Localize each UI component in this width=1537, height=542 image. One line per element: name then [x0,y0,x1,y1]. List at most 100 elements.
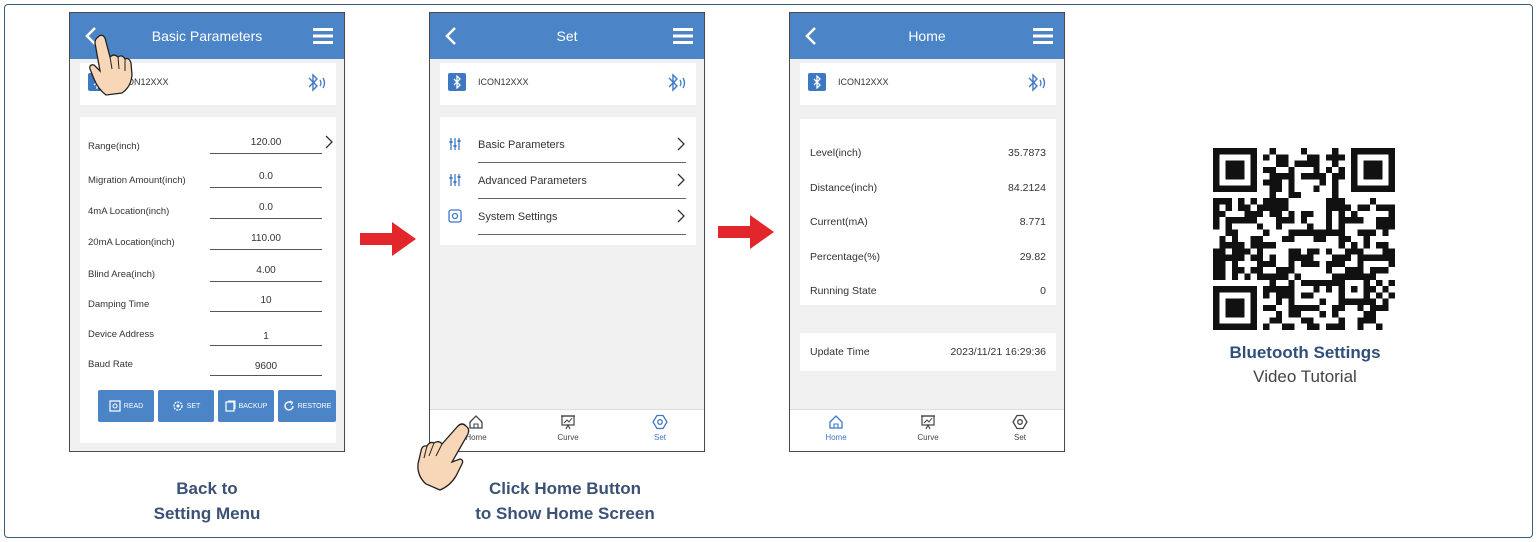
underline [210,375,322,376]
gear-icon [173,401,183,411]
divider [478,234,686,235]
chevron-right-icon [677,137,685,151]
param-row[interactable]: 4mA Location(inch) 0.0 [80,198,336,228]
param-value[interactable]: 0.0 [210,171,322,182]
bluetooth-signal-icon [668,73,686,92]
caption-line: Setting Menu [153,504,261,523]
reading-label: Current(mA) [810,216,868,228]
backup-button[interactable]: BACKUP [218,390,274,422]
menu-icon[interactable] [1032,25,1054,47]
menu-item-label: Basic Parameters [478,139,565,151]
nav-label: Set [653,433,666,442]
top-bar: Home [790,13,1064,59]
menu-item-system-settings[interactable]: System Settings [440,199,696,235]
back-icon[interactable] [800,24,824,48]
qr-code-icon[interactable] [1213,148,1395,330]
reading-label: Distance(inch) [810,182,878,194]
read-icon [109,400,121,412]
param-label: Range(inch) [88,141,140,152]
update-time-card: Update Time 2023/11/21 16:29:36 [800,333,1056,371]
underline [210,311,322,312]
nav-curve[interactable]: Curve [898,414,958,442]
param-label: Baud Rate [88,359,133,370]
caption-click-home-button: Click Home Button to Show Home Screen [425,476,705,526]
screen-title: Set [556,28,578,44]
arrow-right-icon [718,215,774,249]
screen-title: Home [908,28,946,44]
top-bar: Set [430,13,704,59]
hexagon-settings-icon [1012,414,1028,430]
reading-value: 35.7873 [1008,147,1046,159]
reading-value: 29.82 [1019,251,1046,263]
param-row[interactable]: 20mA Location(inch) 110.00 [80,229,336,259]
reading-label: Running State [810,285,877,297]
chevron-right-icon [677,173,685,187]
restore-icon [284,400,294,411]
reading-row: Level(inch) 35.7873 [800,139,1056,169]
caption-back-to-setting-menu: Back to Setting Menu [97,476,317,526]
reading-row: Percentage(%) 29.82 [800,243,1056,273]
update-time-value: 2023/11/21 16:29:36 [950,346,1046,358]
restore-button[interactable]: RESTORE [278,390,336,422]
menu-icon[interactable] [672,25,694,47]
curve-icon [561,415,575,430]
nav-home[interactable]: Home [806,414,866,442]
param-row[interactable]: Device Address 1 [80,321,336,351]
param-value[interactable]: 110.00 [210,233,322,244]
hand-pointer-icon [89,34,133,96]
menu-icon[interactable] [312,25,334,47]
nav-set[interactable]: Set [630,414,690,442]
underline [210,153,322,154]
param-value[interactable]: 1 [210,331,322,342]
curve-icon [921,415,935,430]
param-value[interactable]: 4.00 [210,265,322,276]
sliders-icon [449,174,461,186]
nav-curve[interactable]: Curve [538,414,598,442]
reading-label: Level(inch) [810,147,862,159]
qr-subtitle: Video Tutorial [1253,367,1357,386]
param-row[interactable]: Range(inch) 120.00 [80,133,336,163]
device-card[interactable]: ICON12XXX [440,63,696,105]
param-value[interactable]: 0.0 [210,202,322,213]
underline [210,218,322,219]
param-row[interactable]: Baud Rate 9600 [80,351,336,381]
param-row[interactable]: Blind Area(inch) 4.00 [80,261,336,291]
back-icon[interactable] [440,24,464,48]
device-card[interactable]: ICON12XXX [800,63,1056,105]
nav-label: Home [825,433,847,442]
reading-row: Current(mA) 8.771 [800,208,1056,238]
read-button[interactable]: READ [98,390,154,422]
nav-label: Curve [557,433,579,442]
set-label: SET [186,402,201,410]
caption-line: Click Home Button [488,479,642,498]
device-name: ICON12XXX [478,77,529,87]
action-buttons: READ SET BACKUP RESTORE [90,390,336,422]
chevron-right-icon[interactable] [324,135,334,149]
bluetooth-signal-icon [1028,73,1046,92]
set-button[interactable]: SET [158,390,214,422]
menu-item-label: System Settings [478,211,558,223]
restore-label: RESTORE [297,402,332,410]
nav-label: Set [1013,433,1026,442]
param-label: Migration Amount(inch) [88,175,186,186]
backup-label: BACKUP [238,402,268,410]
param-row[interactable]: Migration Amount(inch) 0.0 [80,167,336,197]
menu-item-basic-parameters[interactable]: Basic Parameters [440,127,696,163]
read-label: READ [123,402,144,410]
reading-value: 84.2124 [1008,182,1046,194]
update-time-label: Update Time [810,346,870,358]
param-value[interactable]: 10 [210,295,322,306]
device-name: ICON12XXX [838,77,889,87]
param-label: Blind Area(inch) [88,269,156,280]
param-value[interactable]: 120.00 [210,137,322,148]
arrow-right-icon [360,222,416,256]
param-row[interactable]: Damping Time 10 [80,291,336,321]
menu-item-advanced-parameters[interactable]: Advanced Parameters [440,163,696,199]
sliders-icon [449,138,461,150]
nav-set[interactable]: Set [990,414,1050,442]
settings-icon [448,209,462,223]
underline [210,281,322,282]
caption-line: to Show Home Screen [475,504,655,523]
underline [210,187,322,188]
param-value[interactable]: 9600 [210,361,322,372]
